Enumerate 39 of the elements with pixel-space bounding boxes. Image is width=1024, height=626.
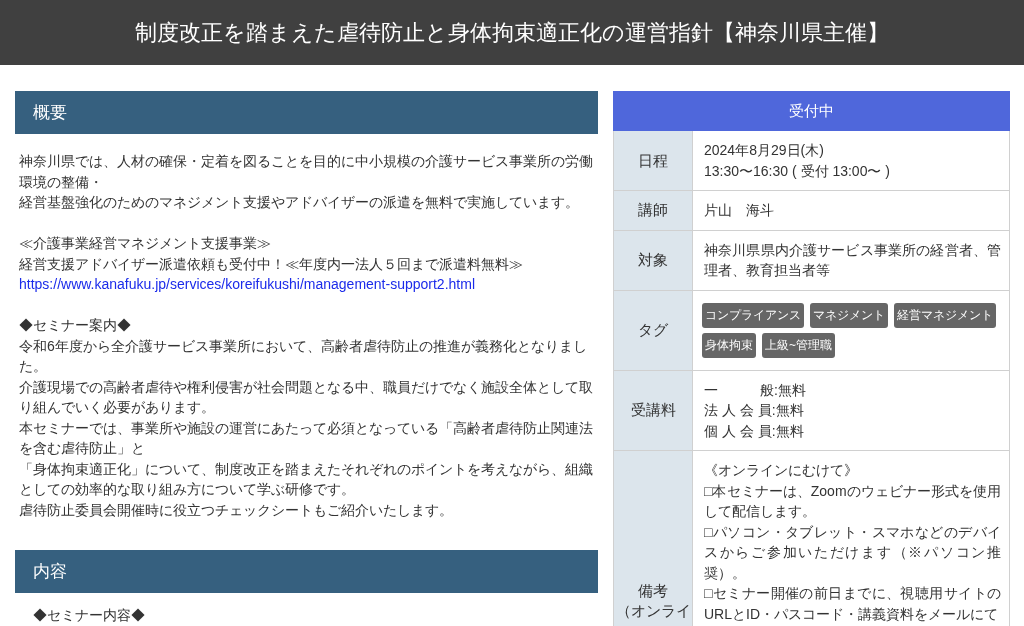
body-text: ≪介護事業経営マネジメント支援事業≫ bbox=[19, 234, 272, 253]
detail-text: □セミナー開催の前日までに、視聴用サイトのURLとID・パスコード・講義資料をメールにて bbox=[704, 584, 1001, 624]
status-banner: 受付中 bbox=[613, 91, 1010, 131]
detail-text: 《オンラインにむけて》 bbox=[704, 461, 859, 480]
body-text: 神奈川県では、人材の確保・定着を図ることを目的に中小規模の介護サービス事業所の労働環境の整備・ bbox=[19, 152, 594, 192]
tag-chip[interactable]: マネジメント bbox=[810, 302, 888, 328]
url-link[interactable]: https://www.kanafuku.jp/services/koreifukushi/management-support2.html bbox=[19, 274, 475, 295]
detail-text: 個 人 会 員:無料 bbox=[704, 421, 805, 441]
section-heading: 概要 bbox=[15, 91, 598, 134]
body-text: 虐待防止委員会開催時に役立つチェックシートもご紹介いたします。 bbox=[19, 500, 454, 520]
detail-text: 13:30〜16:30 ( 受付 13:00〜 ) bbox=[704, 161, 891, 181]
detail-text: 2024年8月29日(木) bbox=[704, 141, 825, 160]
body-text: 経営基盤強化のためのマネジメント支援やアドバイザーの派遣を無料で実施しています。 bbox=[19, 193, 580, 212]
detail-label: 日程 bbox=[638, 150, 668, 171]
tag-chip[interactable]: 身体拘束 bbox=[702, 332, 756, 358]
detail-label: タグ bbox=[638, 320, 668, 340]
body-text: ◆セミナー案内◆ bbox=[19, 316, 132, 335]
detail-text: 神奈川県県内介護サービス事業所の経営者、管理者、教育担当者等 bbox=[704, 240, 1001, 280]
detail-label: 講師 bbox=[638, 200, 668, 221]
detail-text: 一 般:無料 bbox=[704, 380, 807, 400]
detail-text: 片山 海斗 bbox=[704, 201, 775, 220]
tag-chip[interactable]: 経営マネジメント bbox=[894, 302, 996, 328]
body-text: 本セミナーでは、事業所や施設の運営にあたって必須となっている「高齢者虐待防止関連法を含む虐待防止」と bbox=[19, 418, 594, 458]
body-text: 令和6年度から全介護サービス事業所において、高齢者虐待防止の推進が義務化となりました。 bbox=[19, 336, 588, 376]
detail-text: □本セミナーは、Zoomのウェビナー形式を使用して配信します。 bbox=[704, 481, 1001, 521]
detail-label: 備考 bbox=[638, 581, 668, 601]
body-text: 介護現場での高齢者虐待や権利侵害が社会問題となる中、職員だけでなく施設全体として取り組んでいく必要があります。 bbox=[19, 377, 594, 417]
detail-label: （オンライ bbox=[615, 601, 691, 621]
section-heading: 内容 bbox=[15, 550, 598, 593]
detail-label: 受講料 bbox=[630, 400, 676, 421]
body-text: 経営支援アドバイザー派遣依頼も受付中！≪年度内一法人５回まで派遣料無料≫ bbox=[19, 254, 524, 274]
body-text: ◆セミナー内容◆ bbox=[33, 606, 146, 625]
detail-text: 法 人 会 員:無料 bbox=[704, 401, 805, 420]
body-text: 「身体拘束適正化」について、制度改正を踏まえたそれぞれのポイントを考えながら、組織としての効率的な取り組み方について学ぶ研修です。 bbox=[19, 459, 594, 499]
tag-chip[interactable]: コンプライアンス bbox=[702, 302, 804, 328]
detail-text: □パソコン・タブレット・スマホなどのデバイスからご参加いただけます（※パソコン推奨）。 bbox=[704, 522, 1001, 583]
detail-label: 対象 bbox=[638, 250, 668, 270]
tag-chip[interactable]: 上級~管理職 bbox=[762, 332, 835, 358]
page-title: 制度改正を踏まえた虐待防止と身体拘束適正化の運営指針【神奈川県主催】 bbox=[135, 18, 889, 47]
